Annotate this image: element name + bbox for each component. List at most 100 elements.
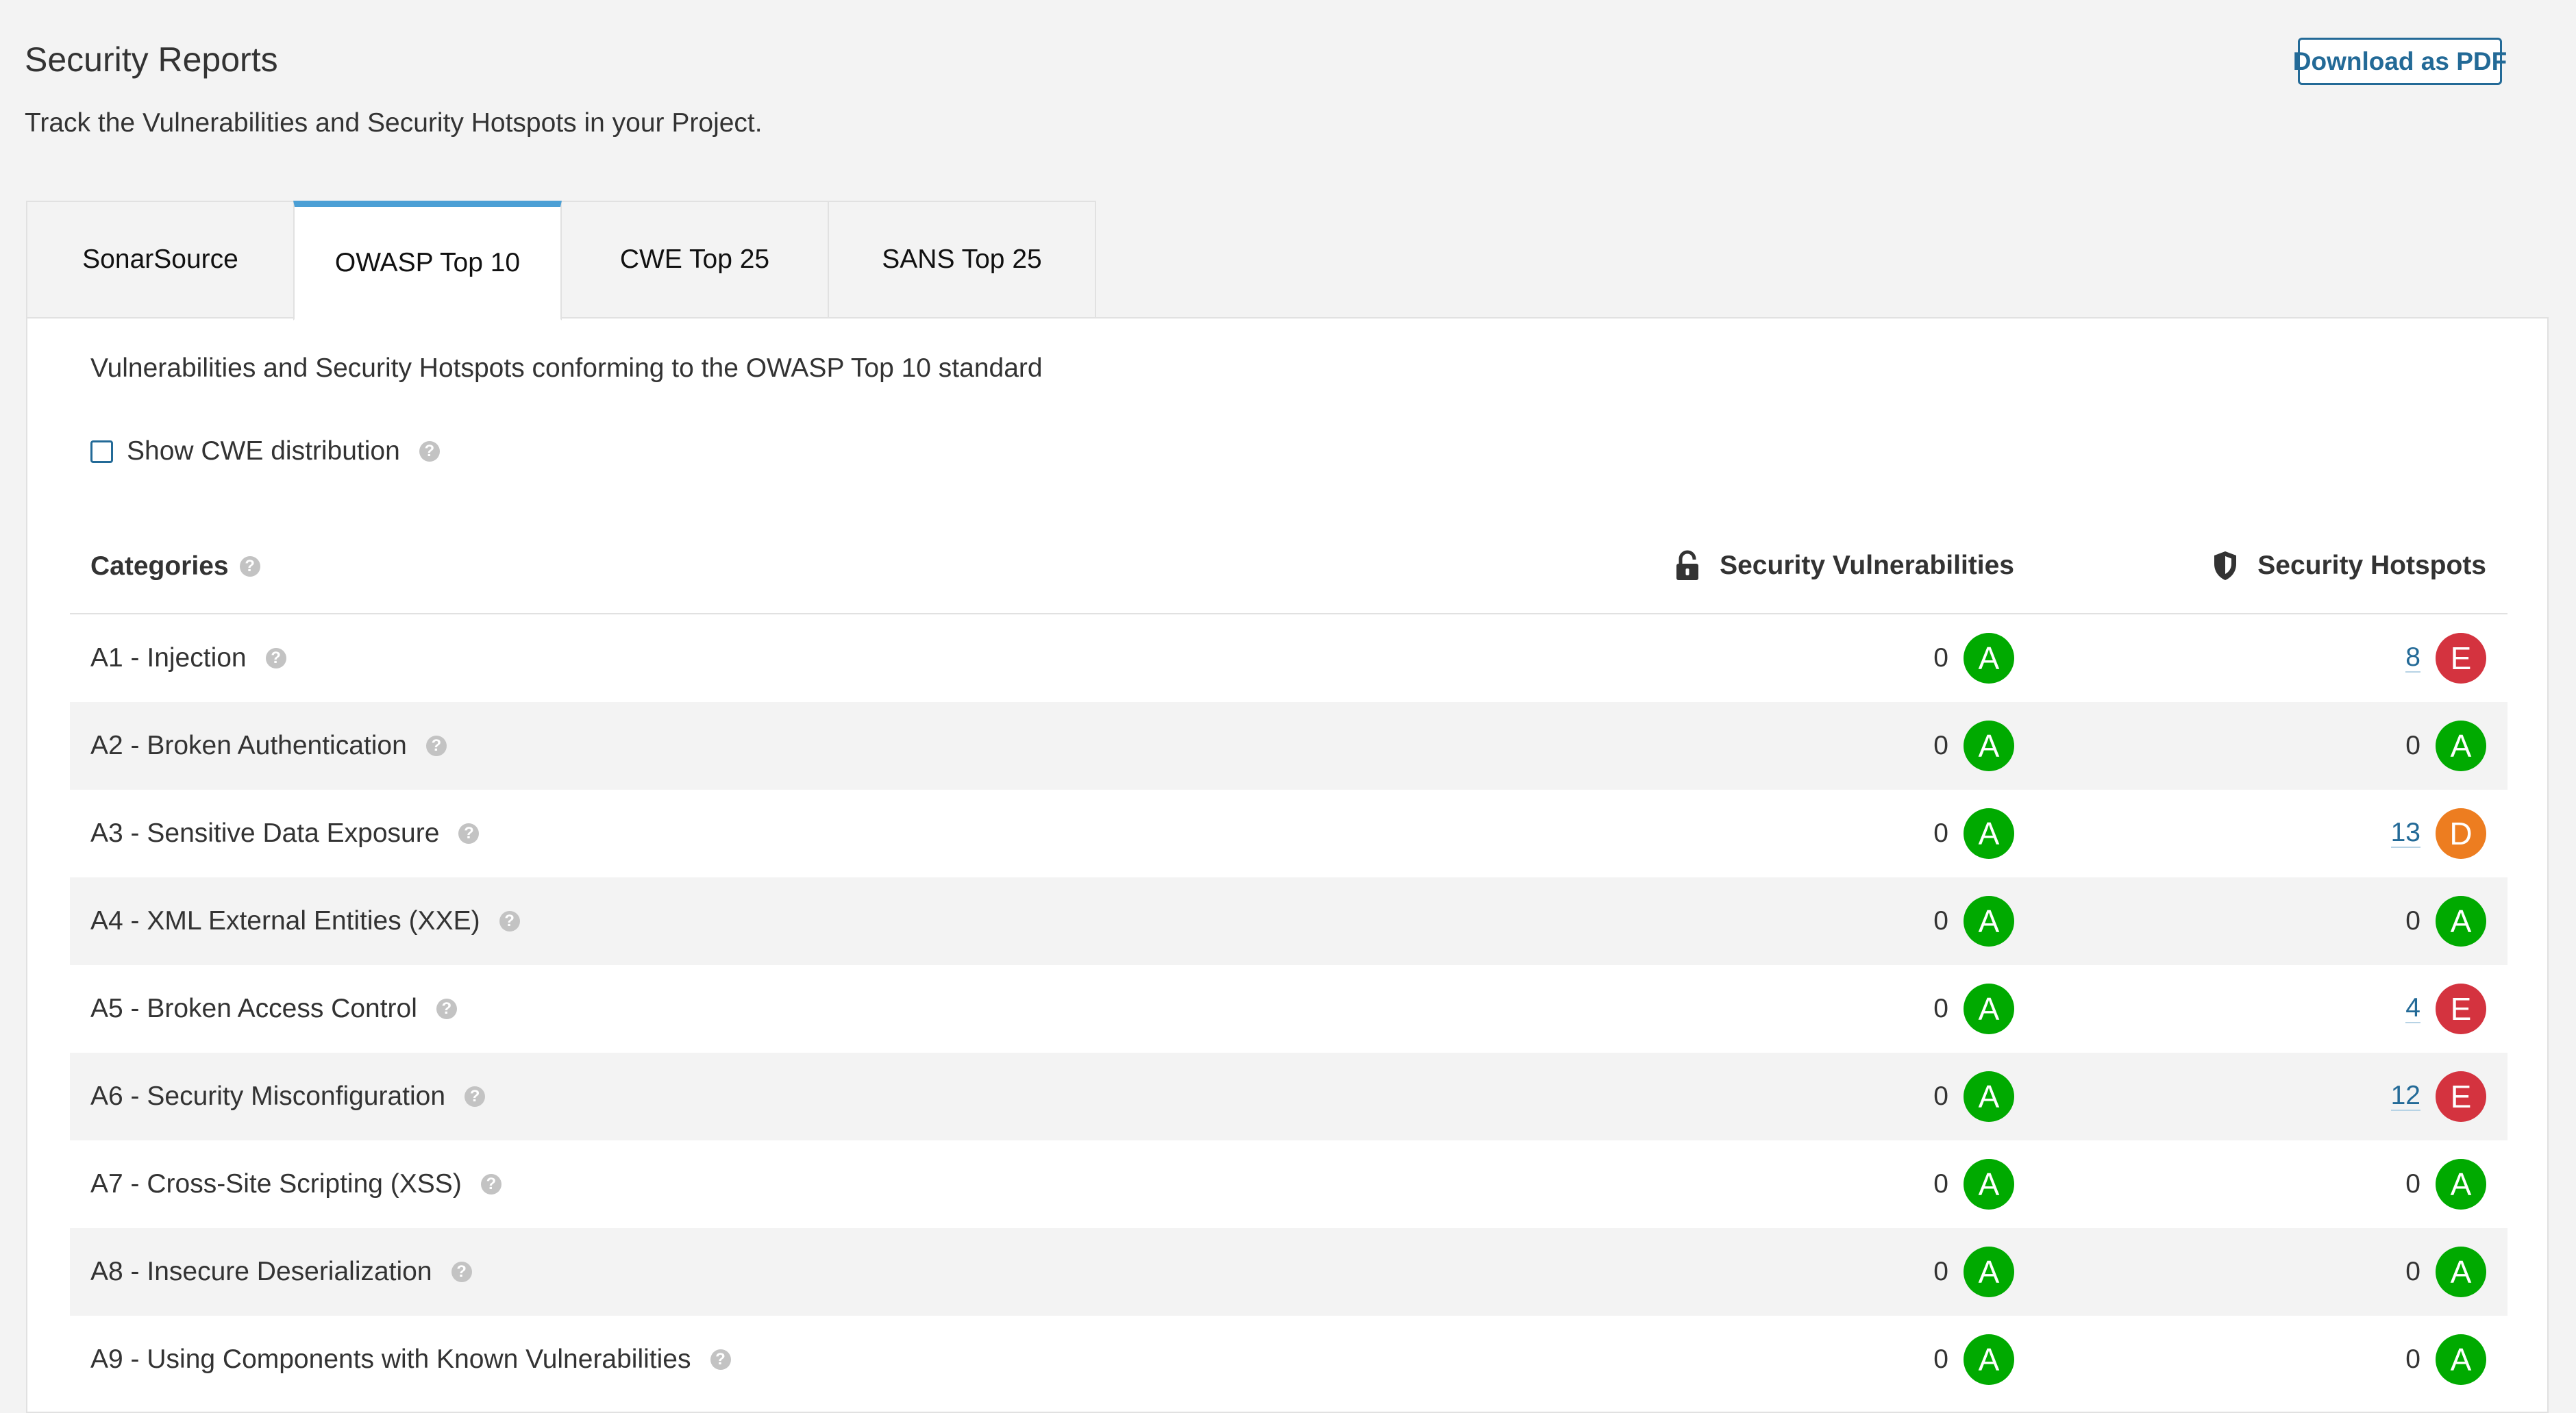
vulnerabilities-rating-badge: A: [1964, 721, 2014, 771]
table-body: A1 - Injection? 0 A 8 E A2 - Broken Authentic…: [70, 614, 2507, 1403]
hotspots-cell: 0A: [2405, 1140, 2486, 1228]
vulnerabilities-cell: 0A: [1933, 1228, 2014, 1316]
table-row: A3 - Sensitive Data Exposure? 0 A 13 D: [70, 790, 2507, 877]
category-cell: A7 - Cross-Site Scripting (XSS)?: [90, 1140, 501, 1228]
vulnerabilities-cell: 0A: [1933, 1053, 2014, 1140]
categories-header: Categories ?: [90, 551, 260, 582]
page-description: Track the Vulnerabilities and Security H…: [25, 108, 763, 138]
vulnerabilities-cell: 0A: [1933, 877, 2014, 965]
help-icon[interactable]: ?: [436, 999, 457, 1019]
vulnerabilities-header-label: Security Vulnerabilities: [1720, 551, 2014, 580]
vulnerabilities-rating-badge: A: [1964, 1334, 2014, 1385]
hotspots-count: 0: [2405, 1169, 2420, 1199]
category-cell: A4 - XML External Entities (XXE)?: [90, 877, 520, 965]
vulnerabilities-count: 0: [1933, 643, 1948, 673]
hotspots-rating-badge: E: [2436, 984, 2486, 1034]
table-header: Categories ? Security Vulnerabilities Se…: [70, 524, 2507, 614]
tab-sonarsource[interactable]: SonarSource: [26, 201, 295, 318]
hotspots-count: 0: [2405, 906, 2420, 936]
help-icon[interactable]: ?: [710, 1349, 731, 1370]
category-name: A4 - XML External Entities (XXE): [90, 906, 480, 936]
shield-icon: [2214, 551, 2237, 580]
hotspots-rating-badge: A: [2436, 721, 2486, 771]
vulnerabilities-rating-badge: A: [1964, 808, 2014, 859]
help-icon[interactable]: ?: [425, 736, 447, 756]
category-cell: A6 - Security Misconfiguration?: [90, 1053, 486, 1140]
owasp-table: Categories ? Security Vulnerabilities Se…: [70, 524, 2507, 1403]
hotspots-count-link[interactable]: 8: [2405, 644, 2420, 673]
hotspots-count: 0: [2405, 1257, 2420, 1286]
hotspots-cell: 13 D: [2390, 790, 2486, 877]
category-name: A6 - Security Misconfiguration: [90, 1081, 446, 1111]
help-icon[interactable]: ?: [419, 441, 440, 462]
hotspots-rating-badge: A: [2436, 1334, 2486, 1385]
category-cell: A9 - Using Components with Known Vulnera…: [90, 1316, 731, 1403]
hotspots-count-link[interactable]: 4: [2405, 995, 2420, 1023]
categories-header-label: Categories: [90, 551, 229, 581]
table-row: A1 - Injection? 0 A 8 E: [70, 614, 2507, 702]
category-cell: A5 - Broken Access Control?: [90, 965, 457, 1053]
category-name: A1 - Injection: [90, 643, 247, 673]
vulnerabilities-count: 0: [1933, 1169, 1948, 1199]
hotspots-count: 0: [2405, 1345, 2420, 1374]
category-name: A3 - Sensitive Data Exposure: [90, 818, 440, 848]
help-icon[interactable]: ?: [265, 648, 286, 668]
vulnerabilities-cell: 0A: [1933, 614, 2014, 702]
vulnerabilities-cell: 0A: [1933, 790, 2014, 877]
vulnerabilities-count: 0: [1933, 731, 1948, 760]
hotspots-cell: 8E: [2405, 614, 2486, 702]
help-icon[interactable]: ?: [239, 556, 260, 577]
category-name: A5 - Broken Access Control: [90, 994, 417, 1023]
cwe-distribution-label[interactable]: Show CWE distribution: [127, 436, 400, 466]
hotspots-cell: 0A: [2405, 1316, 2486, 1403]
hotspots-count: 0: [2405, 731, 2420, 760]
table-row: A9 - Using Components with Known Vulnera…: [70, 1316, 2507, 1403]
vulnerabilities-rating-badge: A: [1964, 984, 2014, 1034]
hotspots-cell: 0A: [2405, 702, 2486, 790]
category-name: A9 - Using Components with Known Vulnera…: [90, 1345, 691, 1374]
category-cell: A1 - Injection?: [90, 614, 286, 702]
category-name: A7 - Cross-Site Scripting (XSS): [90, 1169, 462, 1199]
hotspots-count-link[interactable]: 12: [2390, 1082, 2420, 1111]
vulnerabilities-rating-badge: A: [1964, 633, 2014, 684]
hotspots-count-link[interactable]: 13: [2390, 819, 2420, 848]
help-icon[interactable]: ?: [458, 823, 480, 844]
lock-icon: [1676, 550, 1699, 580]
hotspots-header-label: Security Hotspots: [2257, 551, 2486, 580]
help-icon[interactable]: ?: [465, 1086, 486, 1107]
vulnerabilities-rating-badge: A: [1964, 1071, 2014, 1122]
download-pdf-button[interactable]: Download as PDF: [2293, 38, 2507, 85]
category-name: A2 - Broken Authentication: [90, 731, 407, 760]
table-row: A8 - Insecure Deserialization? 0 A 0 A: [70, 1228, 2507, 1316]
hotspots-rating-badge: A: [2436, 1247, 2486, 1297]
vulnerabilities-count: 0: [1933, 906, 1948, 936]
hotspots-rating-badge: E: [2436, 633, 2486, 684]
vulnerabilities-count: 0: [1933, 818, 1948, 848]
table-row: A2 - Broken Authentication? 0 A 0 A: [70, 702, 2507, 790]
category-cell: A8 - Insecure Deserialization?: [90, 1228, 472, 1316]
report-panel: Vulnerabilities and Security Hotspots co…: [26, 317, 2549, 1413]
help-icon[interactable]: ?: [499, 911, 520, 931]
vulnerabilities-rating-badge: A: [1964, 1159, 2014, 1210]
table-row: A7 - Cross-Site Scripting (XSS)? 0 A 0 A: [70, 1140, 2507, 1228]
vulnerabilities-count: 0: [1933, 1081, 1948, 1111]
tab-owasp-top-10[interactable]: OWASP Top 10: [293, 201, 562, 321]
cwe-distribution-toggle[interactable]: Show CWE distribution ?: [90, 435, 440, 468]
panel-description: Vulnerabilities and Security Hotspots co…: [90, 353, 1043, 383]
vulnerabilities-count: 0: [1933, 1345, 1948, 1374]
help-icon[interactable]: ?: [451, 1262, 472, 1282]
help-icon[interactable]: ?: [480, 1174, 501, 1195]
vulnerabilities-cell: 0A: [1933, 965, 2014, 1053]
hotspots-rating-badge: E: [2436, 1071, 2486, 1122]
hotspots-rating-badge: A: [2436, 1159, 2486, 1210]
table-row: A6 - Security Misconfiguration? 0 A 12 E: [70, 1053, 2507, 1140]
category-cell: A2 - Broken Authentication?: [90, 702, 447, 790]
cwe-distribution-checkbox[interactable]: [90, 440, 113, 463]
table-row: A4 - XML External Entities (XXE)? 0 A 0 A: [70, 877, 2507, 965]
tab-sans-top-25[interactable]: SANS Top 25: [828, 201, 1096, 318]
vulnerabilities-count: 0: [1933, 994, 1948, 1023]
vulnerabilities-cell: 0A: [1933, 1316, 2014, 1403]
hotspots-rating-badge: D: [2436, 808, 2486, 859]
tab-cwe-top-25[interactable]: CWE Top 25: [560, 201, 829, 318]
hotspots-header: Security Hotspots: [2212, 550, 2486, 582]
